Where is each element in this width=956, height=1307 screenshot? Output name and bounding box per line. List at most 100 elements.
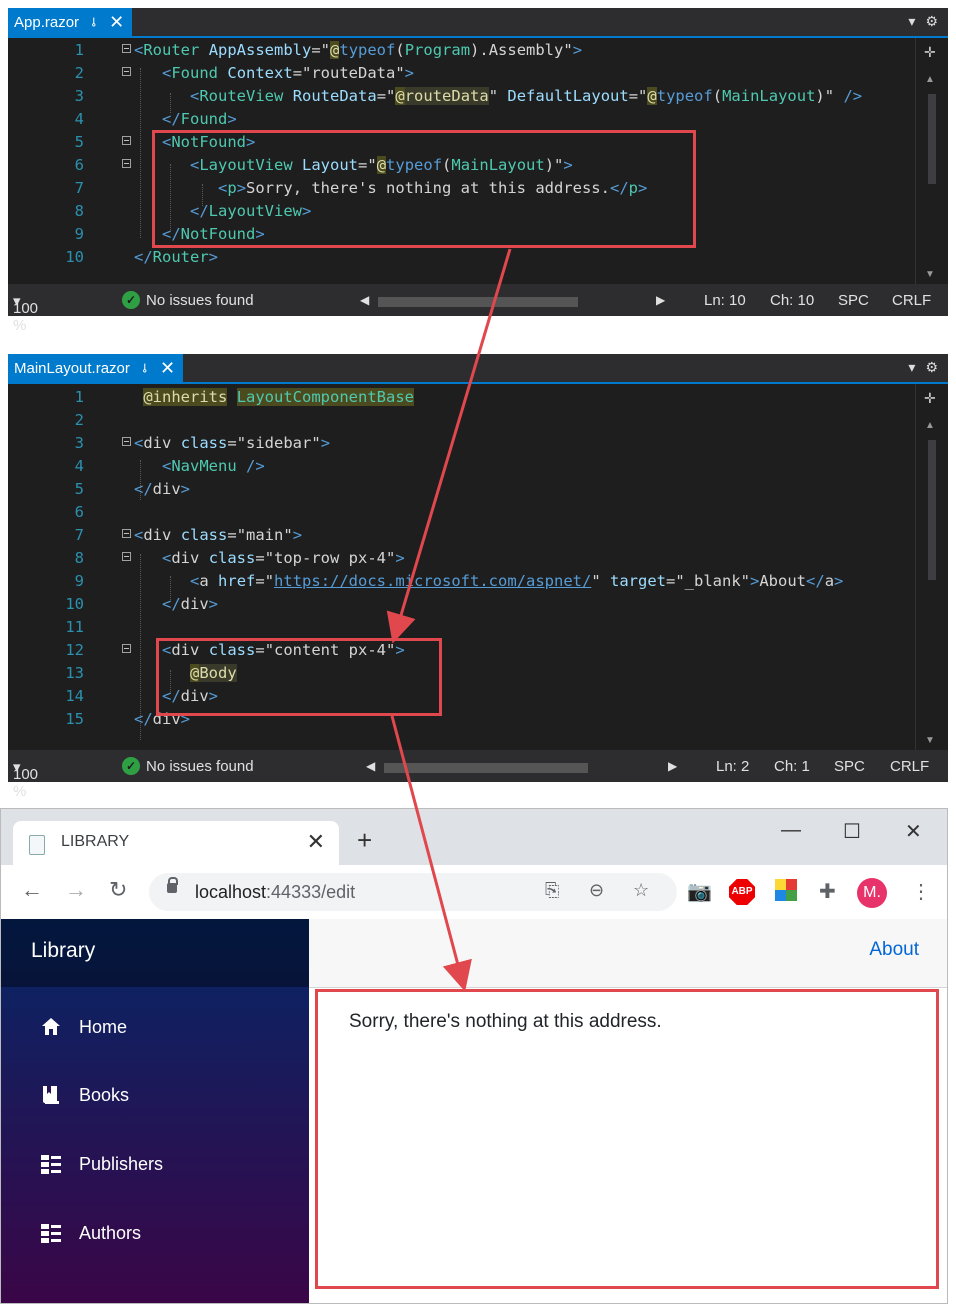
close-icon[interactable]: ✕ — [160, 358, 175, 379]
pin-icon[interactable]: ⊸ — [138, 363, 152, 373]
horizontal-scroll-thumb[interactable] — [378, 297, 578, 307]
code-editor[interactable]: 1 @inherits LayoutComponentBase 2 3 <div … — [8, 384, 916, 750]
scroll-right-icon[interactable]: ▶ — [656, 293, 665, 307]
whitespace-indicator[interactable]: SPC — [834, 758, 865, 775]
scroll-left-icon[interactable]: ◀ — [360, 293, 369, 307]
line-ending-indicator[interactable]: CRLF — [892, 292, 931, 309]
close-tab-icon[interactable]: ✕ — [307, 829, 325, 855]
scroll-thumb[interactable] — [928, 94, 936, 184]
dropdown-icon[interactable]: ▾ — [908, 359, 915, 376]
tab-app-razor[interactable]: App.razor ⊸ ✕ — [8, 8, 133, 36]
fold-toggle-icon[interactable] — [122, 552, 131, 561]
fold-toggle-icon[interactable] — [122, 159, 131, 168]
editor-panel-mainlayout-razor: MainLayout.razor ⊸ ✕ ▾ ⚙ 1 @inherits Lay… — [8, 354, 948, 800]
maximize-icon[interactable]: ☐ — [843, 819, 861, 844]
adblock-extension-icon[interactable]: ABP — [729, 879, 755, 905]
scroll-right-icon[interactable]: ▶ — [668, 759, 677, 773]
issues-status[interactable]: No issues found — [146, 758, 254, 775]
sidebar-brand-row: Library — [1, 919, 309, 987]
zoom-icon[interactable]: ⊖ — [589, 880, 604, 901]
split-icon[interactable]: ✛ — [924, 390, 936, 407]
sidebar-item-books[interactable]: Books — [39, 1083, 129, 1107]
zoom-dropdown[interactable]: 100 % ▾ — [13, 292, 38, 334]
line-indicator: Ln: 2 — [716, 758, 750, 775]
app-brand[interactable]: Library — [31, 939, 95, 963]
profile-avatar[interactable]: M. — [857, 878, 887, 908]
browser-tab-title: LIBRARY — [61, 833, 130, 850]
sidebar-item-label: Books — [79, 1084, 130, 1105]
scroll-up-icon[interactable]: ▲ — [925, 74, 935, 85]
sidebar-item-label: Publishers — [79, 1153, 164, 1174]
fold-toggle-icon[interactable] — [122, 136, 131, 145]
extensions-icon[interactable]: ✚ — [819, 879, 836, 904]
list-icon — [39, 1221, 63, 1245]
camera-extension-icon[interactable]: 📷 — [687, 879, 712, 904]
book-icon — [39, 1083, 63, 1107]
translate-icon[interactable]: ⎘ — [545, 880, 559, 901]
column-indicator: Ch: 10 — [770, 292, 815, 309]
scroll-thumb[interactable] — [928, 440, 936, 580]
gear-icon[interactable]: ⚙ — [925, 13, 938, 30]
star-icon[interactable]: ☆ — [633, 880, 649, 901]
scroll-down-icon[interactable]: ▼ — [925, 269, 935, 280]
scroll-up-icon[interactable]: ▲ — [925, 420, 935, 431]
highlight-box-notfound — [152, 130, 696, 248]
close-icon[interactable]: ✕ — [109, 12, 124, 33]
pin-icon[interactable]: ⊸ — [87, 17, 101, 27]
more-menu-icon[interactable]: ⋮ — [911, 879, 931, 904]
horizontal-scroll-thumb[interactable] — [384, 763, 588, 773]
color-extension-icon[interactable] — [775, 879, 797, 901]
highlight-box-body — [156, 638, 442, 716]
line-indicator: Ln: 10 — [704, 292, 746, 309]
new-tab-icon[interactable]: + — [357, 825, 372, 856]
forward-icon[interactable]: → — [65, 877, 87, 903]
browser-tab[interactable]: LIBRARY ✕ — [13, 821, 339, 865]
line-ending-indicator[interactable]: CRLF — [890, 758, 929, 775]
sidebar-item-home[interactable]: Home — [39, 1015, 127, 1039]
browser-window: LIBRARY ✕ + — ☐ ✕ ← → ↻ localhost:44333/… — [0, 808, 948, 1304]
back-icon[interactable]: ← — [21, 877, 43, 903]
column-indicator: Ch: 1 — [774, 758, 810, 775]
gear-icon[interactable]: ⚙ — [925, 359, 938, 376]
address-bar[interactable]: localhost:44333/edit ⎘ ⊖ ☆ — [149, 873, 677, 911]
editor-tab-bar: MainLayout.razor ⊸ ✕ ▾ ⚙ — [8, 354, 948, 384]
window-close-icon[interactable]: ✕ — [905, 819, 922, 844]
editor-status-bar: 100 % ▾ ✓ No issues found ◀ ▶ Ln: 10 Ch:… — [8, 284, 948, 334]
issues-status[interactable]: No issues found — [146, 292, 254, 309]
home-icon — [39, 1015, 63, 1039]
window-menu: ▾ ⚙ — [908, 359, 938, 376]
highlight-box-content — [315, 989, 939, 1289]
sidebar-item-publishers[interactable]: Publishers — [39, 1152, 163, 1176]
minimize-icon[interactable]: — — [781, 819, 801, 842]
tab-title: MainLayout.razor — [14, 359, 130, 377]
scroll-left-icon[interactable]: ◀ — [366, 759, 375, 773]
tab-mainlayout-razor[interactable]: MainLayout.razor ⊸ ✕ — [8, 354, 184, 382]
editor-tab-bar: App.razor ⊸ ✕ ▾ ⚙ — [8, 8, 948, 38]
window-menu: ▾ ⚙ — [908, 13, 938, 30]
sidebar-item-label: Authors — [79, 1222, 142, 1243]
fold-toggle-icon[interactable] — [122, 644, 131, 653]
fold-toggle-icon[interactable] — [122, 44, 131, 53]
app-sidebar: Library Home Books Publishers Authors — [1, 919, 309, 1303]
browser-toolbar: ← → ↻ localhost:44333/edit ⎘ ⊖ ☆ 📷 ABP ✚… — [1, 865, 947, 920]
fold-toggle-icon[interactable] — [122, 529, 131, 538]
lock-icon[interactable] — [167, 877, 178, 893]
scroll-down-icon[interactable]: ▼ — [925, 735, 935, 746]
browser-tab-strip: LIBRARY ✕ + — ☐ ✕ — [1, 809, 947, 865]
dropdown-icon[interactable]: ▾ — [908, 13, 915, 30]
split-icon[interactable]: ✛ — [924, 44, 936, 61]
fold-toggle-icon[interactable] — [122, 67, 131, 76]
favicon-icon — [29, 835, 45, 855]
check-icon: ✓ — [122, 291, 140, 309]
url-text[interactable]: localhost:44333/edit — [195, 882, 355, 903]
vertical-scrollbar[interactable]: ✛ ▲ ▼ — [915, 38, 948, 284]
list-icon — [39, 1152, 63, 1176]
about-link[interactable]: About — [869, 939, 919, 961]
whitespace-indicator[interactable]: SPC — [838, 292, 869, 309]
reload-icon[interactable]: ↻ — [109, 877, 127, 903]
vertical-scrollbar[interactable]: ✛ ▲ ▼ — [915, 384, 948, 750]
sidebar-item-authors[interactable]: Authors — [39, 1221, 141, 1245]
zoom-dropdown[interactable]: 100 % ▾ — [13, 758, 38, 800]
check-icon: ✓ — [122, 757, 140, 775]
fold-toggle-icon[interactable] — [122, 437, 131, 446]
